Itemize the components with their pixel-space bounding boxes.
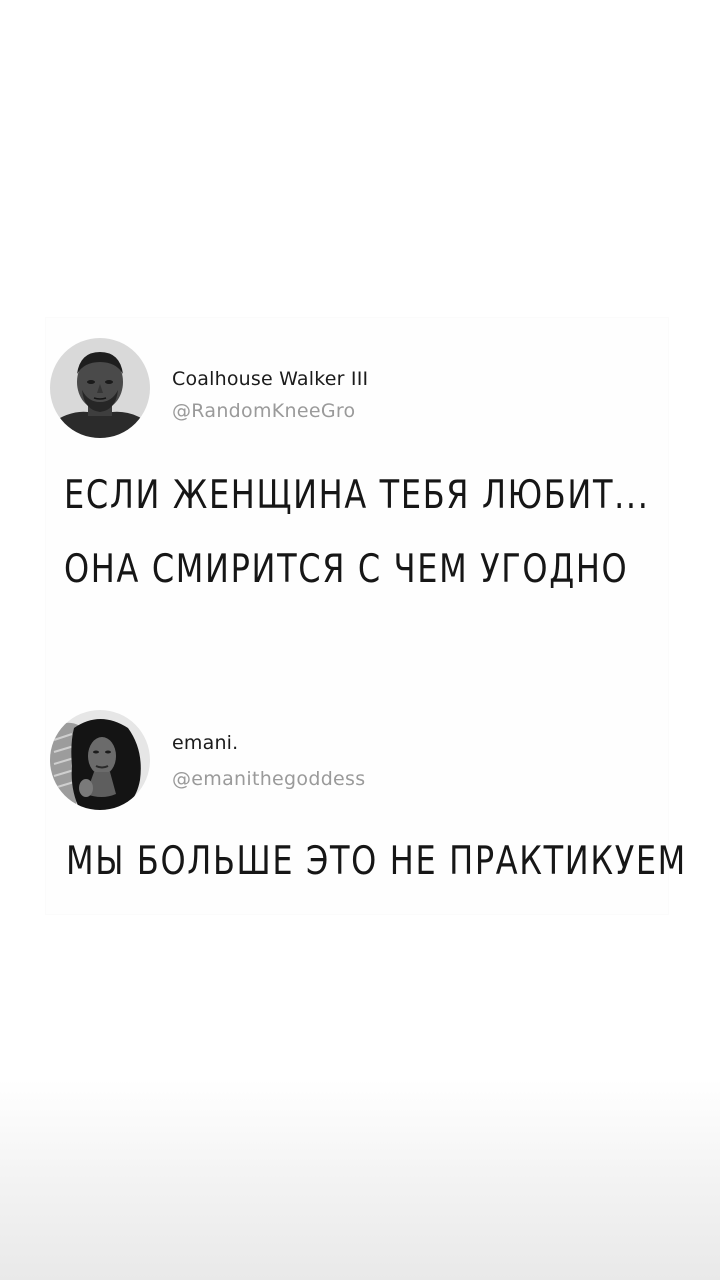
man-portrait-icon (50, 338, 150, 438)
tweet-text-line: ЕСЛИ ЖЕНЩИНА ТЕБЯ ЛЮБИТ... (64, 473, 650, 518)
man-portrait-avatar[interactable] (50, 338, 150, 438)
author-name[interactable]: Coalhouse Walker III (172, 370, 368, 389)
tweet-text-line: МЫ БОЛЬШЕ ЭТО НЕ ПРАКТИКУЕМ (66, 839, 687, 884)
tweet-text-line: ОНА СМИРИТСЯ С ЧЕМ УГОДНО (64, 547, 629, 592)
woman-portrait-avatar[interactable] (50, 710, 150, 810)
woman-portrait-icon (50, 710, 150, 810)
author-name[interactable]: emani. (172, 734, 238, 753)
author-handle[interactable]: @emanithegoddess (172, 770, 365, 789)
author-handle[interactable]: @RandomKneeGro (172, 402, 356, 421)
meme-card: Coalhouse Walker III @RandomKneeGro ЕСЛИ… (46, 318, 685, 914)
